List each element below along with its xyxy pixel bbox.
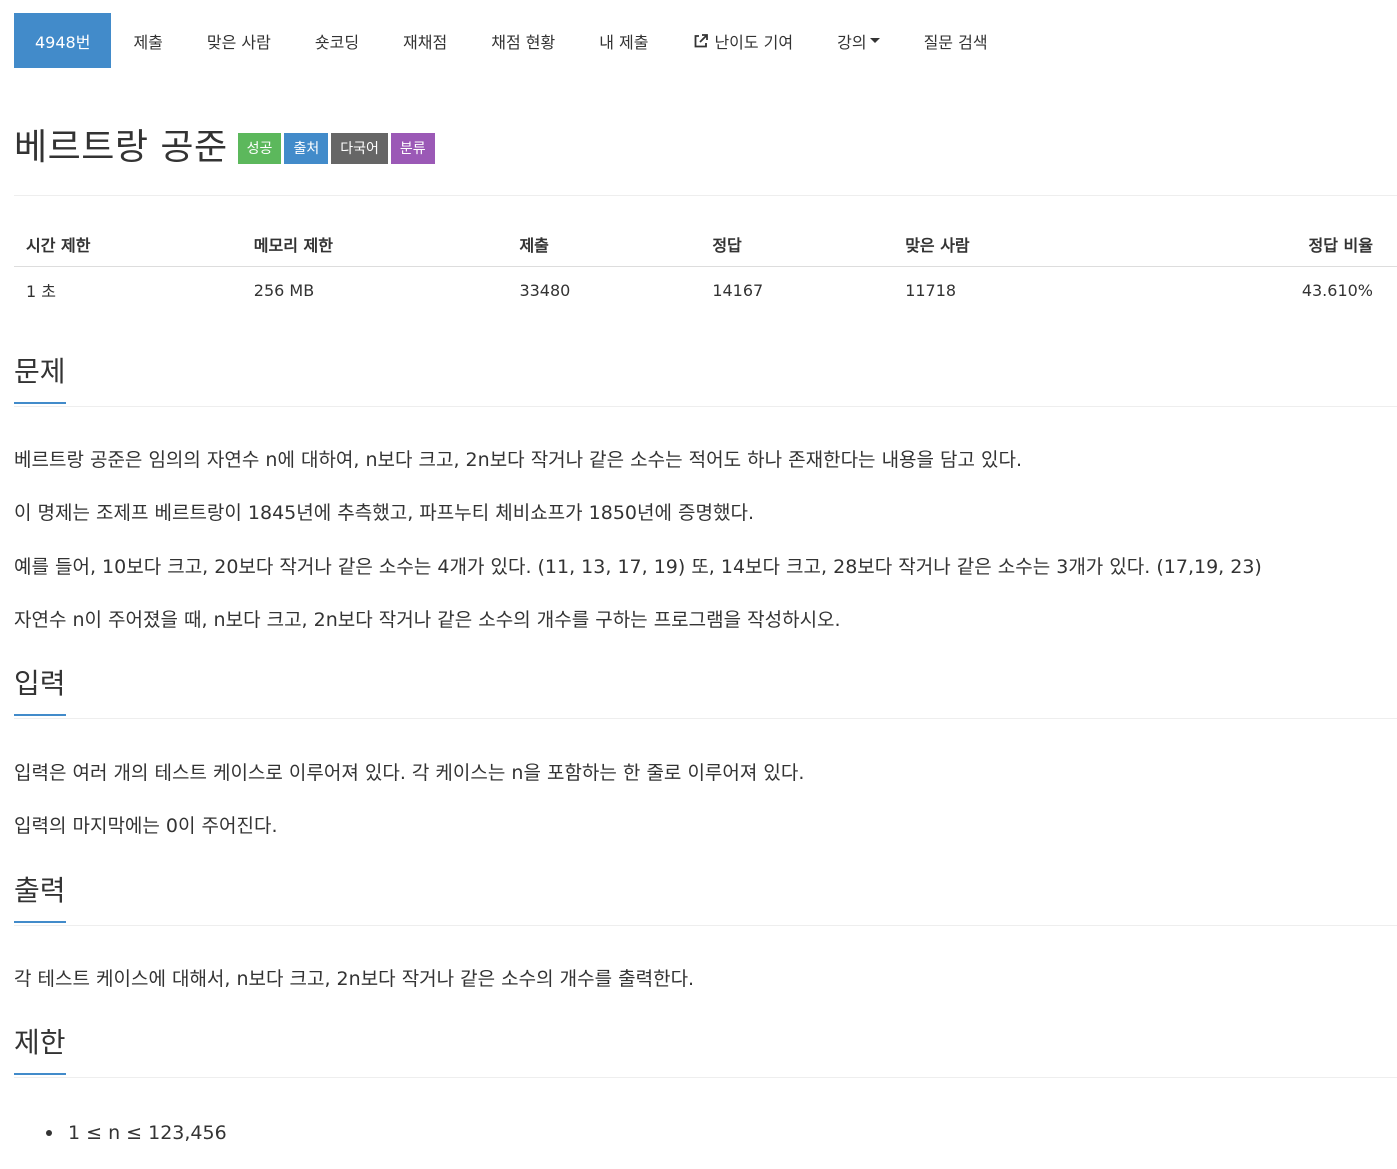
section-title-output: 출력	[14, 871, 66, 923]
output-paragraph: 각 테스트 케이스에 대해서, n보다 크고, 2n보다 작거나 같은 소수의 …	[14, 968, 695, 990]
description-paragraph: 베르트랑 공준은 임의의 자연수 n에 대하여, n보다 크고, 2n보다 작거…	[14, 449, 1023, 471]
output-section: 출력 각 테스트 케이스에 대해서, n보다 크고, 2n보다 작거나 같은 소…	[14, 871, 1397, 990]
input-section: 입력 입력은 여러 개의 테스트 케이스로 이루어져 있다. 각 케이스는 n을…	[14, 664, 1397, 837]
header-submissions: 제출	[507, 222, 701, 267]
section-title-input: 입력	[14, 664, 66, 716]
tab-submit[interactable]: 제출	[111, 13, 184, 68]
badge-multilingual[interactable]: 다국어	[331, 132, 388, 164]
memory-limit-value: 256 MB	[253, 280, 315, 300]
accepted-users-value: 11718	[905, 280, 957, 300]
time-limit-value: 1 초	[26, 282, 56, 301]
header-accepted-users: 맞은 사람	[893, 222, 1121, 267]
header-time-limit: 시간 제한	[14, 222, 242, 267]
section-header: 문제	[14, 352, 1397, 407]
limit-item: 1 ≤ n ≤ 123,456	[68, 1122, 227, 1144]
bullet-icon	[46, 1130, 52, 1136]
tab-accepted-users[interactable]: 맞은 사람	[185, 13, 293, 68]
external-link-icon	[695, 33, 709, 47]
problem-badges: 성공 출처 다국어 분류	[237, 132, 438, 164]
problem-header: 베르트랑 공준 성공 출처 다국어 분류	[14, 118, 438, 170]
section-title-description: 문제	[14, 352, 66, 404]
section-title-limit: 제한	[14, 1023, 66, 1075]
table-row: 1 초 256 MB 33480 14167 11718 43.610%	[14, 267, 1397, 314]
badge-solved: 성공	[237, 132, 282, 164]
divider	[14, 195, 1397, 196]
tab-lecture-label: 강의	[837, 32, 867, 52]
input-paragraph: 입력의 마지막에는 0이 주어진다.	[14, 815, 278, 837]
description-paragraph: 이 명제는 조제프 베르트랑이 1845년에 추측했고, 파프누티 체비쇼프가 …	[14, 502, 754, 524]
description-paragraph: 자연수 n이 주어졌을 때, n보다 크고, 2n보다 작거나 같은 소수의 개…	[14, 609, 841, 631]
section-header: 제한	[14, 1023, 1397, 1078]
problem-info-table: 시간 제한 메모리 제한 제출 정답 맞은 사람 정답 비율 1 초 256 M…	[14, 222, 1397, 313]
tab-lecture-dropdown[interactable]: 강의	[815, 13, 901, 68]
tab-difficulty-label: 난이도 기여	[714, 32, 794, 52]
caret-down-icon	[869, 38, 880, 43]
badge-source[interactable]: 출처	[284, 132, 329, 164]
badge-category[interactable]: 분류	[390, 132, 435, 164]
section-header: 출력	[14, 871, 1397, 926]
section-header: 입력	[14, 664, 1397, 719]
input-paragraph: 입력은 여러 개의 테스트 케이스로 이루어져 있다. 각 케이스는 n을 포함…	[14, 762, 805, 784]
tab-question-search[interactable]: 질문 검색	[902, 13, 1010, 68]
tab-my-submissions[interactable]: 내 제출	[577, 13, 670, 68]
tab-difficulty-contribution[interactable]: 난이도 기여	[670, 13, 815, 68]
header-accuracy: 정답 비율	[1120, 222, 1397, 267]
submissions-value: 33480	[519, 280, 571, 300]
problem-title: 베르트랑 공준	[14, 127, 228, 168]
tab-problem-number[interactable]: 4948번	[14, 13, 112, 68]
correct-value: 14167	[712, 280, 764, 300]
problem-nav-tabs: 4948번 제출 맞은 사람 숏코딩 재채점 채점 현황 내 제출 난이도 기여…	[14, 13, 1010, 68]
table-header-row: 시간 제한 메모리 제한 제출 정답 맞은 사람 정답 비율	[14, 222, 1397, 267]
header-memory-limit: 메모리 제한	[241, 222, 508, 267]
tab-status[interactable]: 채점 현황	[469, 13, 577, 68]
description-paragraph: 예를 들어, 10보다 크고, 20보다 작거나 같은 소수는 4개가 있다. …	[14, 556, 1262, 578]
tab-rejudge[interactable]: 재채점	[381, 13, 469, 68]
accuracy-value: 43.610%	[1301, 280, 1373, 300]
description-section: 문제 베르트랑 공준은 임의의 자연수 n에 대하여, n보다 크고, 2n보다…	[14, 352, 1397, 631]
tab-short-coding[interactable]: 숏코딩	[293, 13, 381, 68]
header-correct: 정답	[700, 222, 894, 267]
limit-section: 제한 1 ≤ n ≤ 123,456	[14, 1023, 1397, 1144]
